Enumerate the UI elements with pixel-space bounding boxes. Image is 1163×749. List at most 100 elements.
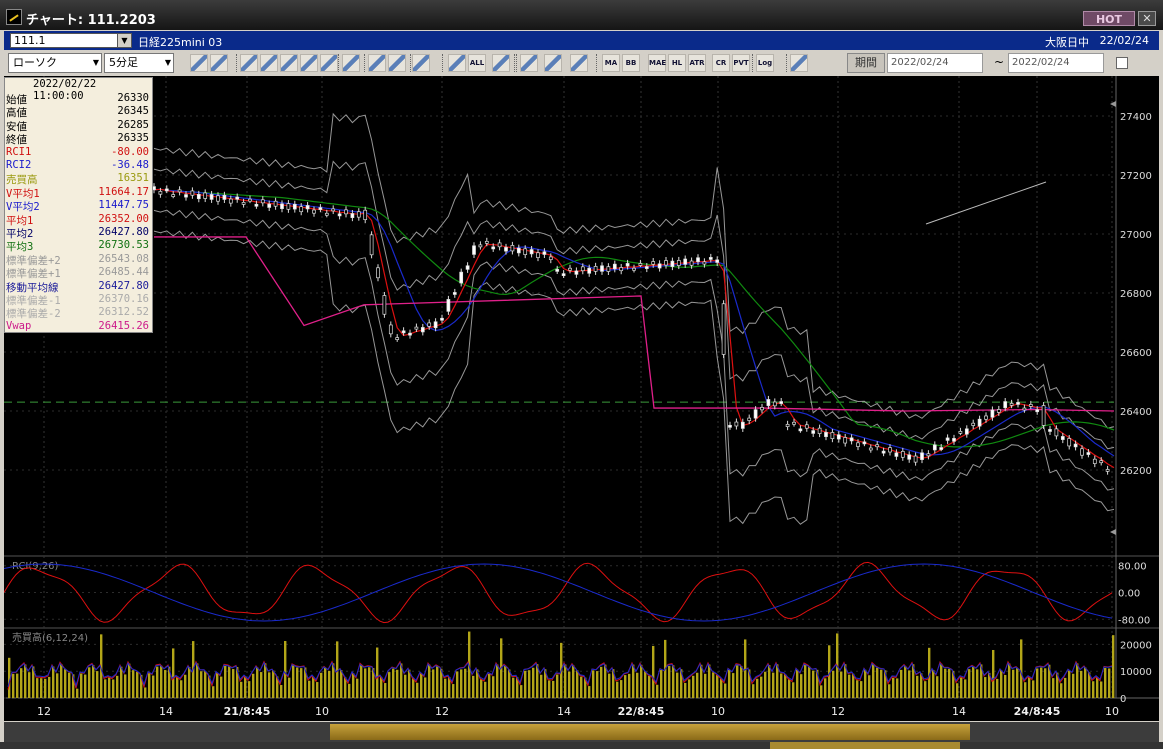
volume-bar [1096,677,1099,698]
volume-bar [940,663,943,698]
bars-icon[interactable]: bars-icon [280,54,298,72]
volume-bar [556,674,559,698]
split-icon[interactable]: split-icon [448,54,466,72]
toolbar-cr-button[interactable]: CR [712,54,730,72]
candle-body [536,252,540,258]
volume-bar [244,677,247,698]
candle-body [286,203,291,210]
volume-bar [288,677,291,698]
chart-type-select[interactable]: ローソク ▼ [8,53,102,73]
volume-bar [16,673,19,698]
volume-bar [392,668,395,698]
toolbar-bb-button[interactable]: BB [622,54,640,72]
symbol-date: 22/02/24 [1099,34,1149,47]
candle-body [254,203,259,207]
session-label: 大阪日中 [1045,36,1089,49]
date-from-input[interactable]: 2022/02/24 [887,53,983,73]
scroll-marker-icon [1110,101,1116,107]
volume-bar [532,667,535,698]
chevron-down-icon[interactable]: ▼ [117,33,132,48]
palette-icon[interactable]: palette-icon [492,54,510,72]
candle-body [414,326,419,330]
time-axis-label: 12 [435,705,449,718]
candle-body [670,260,675,267]
toolbar-log-button[interactable]: Log [756,54,774,72]
search-icon[interactable]: search-icon [260,54,278,72]
box-icon[interactable]: box-icon [412,54,430,72]
volume-tick-label: 0 [1120,694,1126,705]
text-icon[interactable]: text-icon [388,54,406,72]
time-axis-label: 24/8:45 [1014,705,1061,718]
volume-bar [148,673,151,698]
price-tick-label: 26600 [1120,348,1152,359]
candle-body [619,267,624,272]
scroll-thumb[interactable] [330,724,970,740]
volume-bar [432,669,435,698]
info-value: 26543.08 [98,252,149,265]
volume-bar [360,664,363,698]
candle-body [529,249,534,255]
period-button[interactable]: 期間 [847,53,885,73]
volume-bar [280,685,283,698]
candle-body [708,257,713,260]
volume-bar [268,672,271,698]
color-icon[interactable]: color-icon [544,54,562,72]
line-icon[interactable]: line-icon [342,54,360,72]
candle-body [491,246,496,250]
candle-body [772,401,777,407]
volume-bar [1100,681,1103,698]
volume-icon[interactable]: volume-icon [570,54,588,72]
pin-icon[interactable]: pin-icon [320,54,338,72]
candle-body [676,260,681,266]
volume-bar [976,669,979,698]
toolbar-mae-button[interactable]: MAE [648,54,666,72]
horizontal-scrollbar[interactable] [4,722,1159,742]
crosshair-icon[interactable]: crosshair-icon [210,54,228,72]
volume-bar [880,669,883,698]
volume-bar [580,676,583,698]
toolbar-ma-button[interactable]: MA [602,54,620,72]
volume-bar [1092,681,1095,698]
hot-button[interactable]: HOT [1083,11,1135,26]
info-row: 高値 26345 [5,105,152,119]
toolbar-atr-button[interactable]: ATR [688,54,706,72]
volume-bar [56,673,59,698]
settings-icon[interactable]: settings-icon [520,54,538,72]
volume-bar [596,671,599,698]
arrow-icon[interactable]: arrow-icon [368,54,386,72]
toolbar-separator [596,54,599,72]
volume-bar [12,673,15,698]
close-icon[interactable]: ✕ [1138,11,1156,26]
range-checkbox[interactable] [1116,57,1128,69]
chart-canvas[interactable]: 27400 27200 27000 26800 26600 26400 26200 RCI(9… [4,76,1159,721]
volume-bar [860,681,863,698]
chart-app-icon [6,9,22,25]
candle-body [312,209,316,214]
tool-icon[interactable]: tool-icon [240,54,258,72]
toolbar-pvt-button[interactable]: PVT [732,54,750,72]
volume-bar [972,666,975,698]
volume-bar [660,670,663,698]
volume-bar [672,665,675,698]
timeframe-select[interactable]: 5分足 ▼ [104,53,174,73]
info-value: 26330 [117,92,149,104]
volume-bar [676,672,679,698]
volume-bar [568,671,571,698]
toolbar-all-button[interactable]: ALL [468,54,486,72]
volume-bar [812,670,815,698]
chart-area[interactable]: 27400 27200 27000 26800 26600 26400 26200 RCI(9… [4,76,1159,721]
volume-bar [564,664,567,698]
candle-body [868,447,873,451]
candle-icon[interactable]: candle-icon [300,54,318,72]
volume-bar [524,670,527,698]
volume-bar [420,673,423,698]
candle-body [606,266,611,272]
zoom-icon[interactable]: zoom-icon [190,54,208,72]
volume-bar [484,681,487,698]
volume-bar [1036,668,1039,698]
symbol-code-input[interactable]: 111.1 [10,33,118,48]
volume-bar [1068,670,1071,698]
export-icon[interactable]: export-icon [790,54,808,72]
date-to-input[interactable]: 2022/02/24 [1008,53,1104,73]
toolbar-hl-button[interactable]: HL [668,54,686,72]
